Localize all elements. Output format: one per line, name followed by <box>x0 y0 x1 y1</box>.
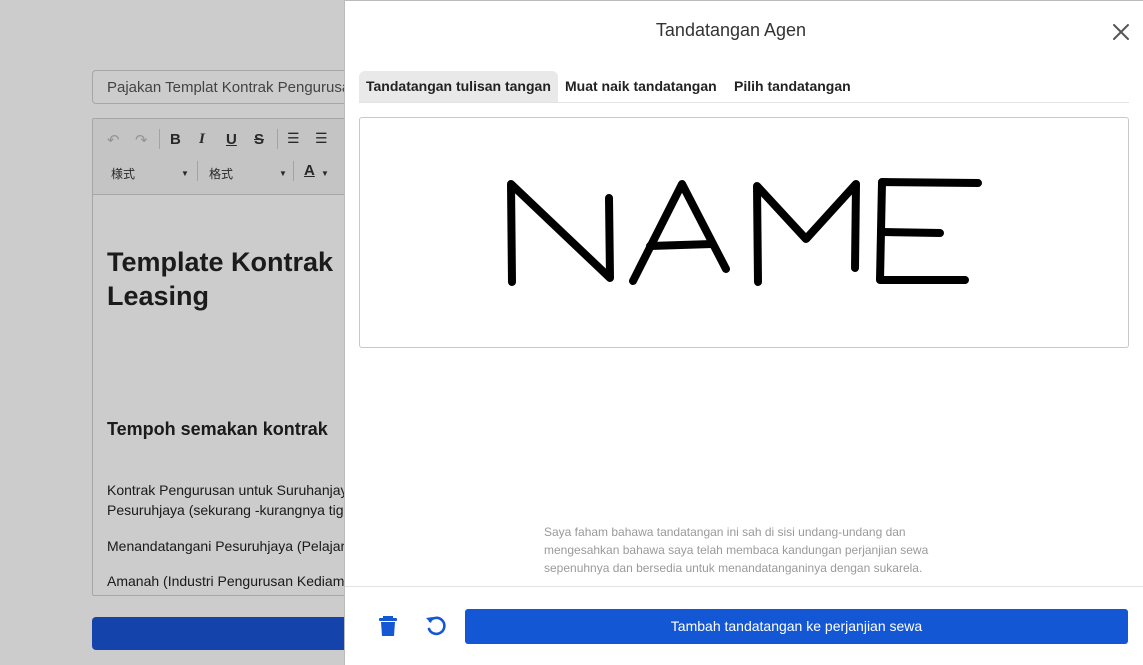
signature-tabs: Tandatangan tulisan tangan Muat naik tan… <box>359 71 1129 103</box>
trash-icon[interactable] <box>375 613 401 639</box>
footer-divider <box>345 586 1143 587</box>
close-icon[interactable] <box>1110 21 1132 43</box>
disclaimer-line: mengesahkan bahawa saya telah membaca ka… <box>544 543 929 557</box>
signature-canvas[interactable] <box>359 117 1129 348</box>
signature-panel: Tandatangan Agen Tandatangan tulisan tan… <box>344 0 1143 665</box>
tab-handwritten[interactable]: Tandatangan tulisan tangan <box>359 71 558 102</box>
disclaimer-line: Saya faham bahawa tandatangan ini sah di… <box>544 525 906 539</box>
panel-title: Tandatangan Agen <box>655 20 807 40</box>
undo-icon[interactable] <box>423 613 449 639</box>
legal-disclaimer: Saya faham bahawa tandatangan ini sah di… <box>544 523 944 577</box>
disclaimer-line: sepenuhnya dan bersedia untuk menandatan… <box>544 561 923 575</box>
handwritten-signature <box>507 178 982 286</box>
add-signature-button[interactable]: Tambah tandatangan ke perjanjian sewa <box>465 609 1128 644</box>
tab-upload[interactable]: Muat naik tandatangan <box>558 71 724 102</box>
tab-choose[interactable]: Pilih tandatangan <box>727 71 858 102</box>
